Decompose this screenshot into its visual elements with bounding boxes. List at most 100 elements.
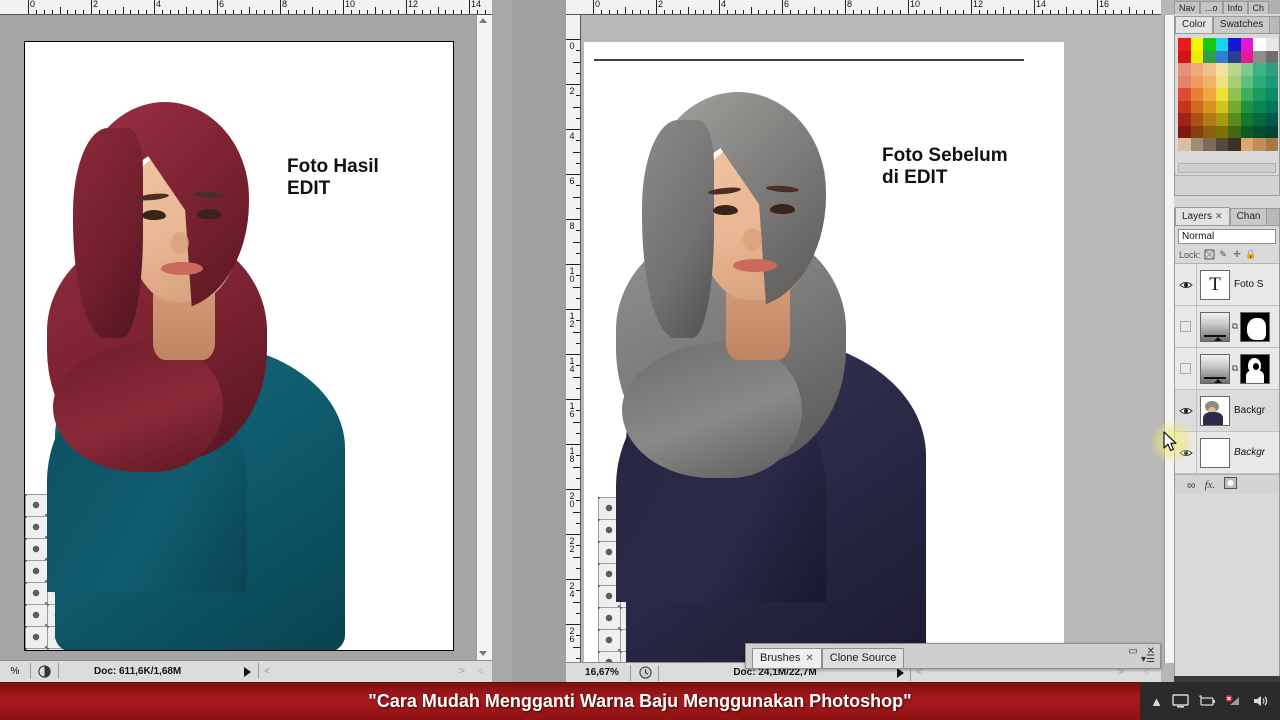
color-swatch[interactable] <box>1190 75 1203 88</box>
panel-menu-icon[interactable]: ▾☰ <box>1141 654 1155 665</box>
brush-panel-tab-brushes[interactable]: Brushes ✕ <box>752 648 822 668</box>
swatch-grid[interactable] <box>1178 38 1278 151</box>
dock-tab-info[interactable]: Info <box>1222 1 1248 14</box>
color-swatch[interactable] <box>1190 50 1203 63</box>
color-swatch[interactable] <box>1178 50 1191 63</box>
color-swatch[interactable] <box>1253 125 1266 138</box>
color-swatch[interactable] <box>1203 50 1216 63</box>
scroll-up-arrow-doc1[interactable] <box>479 18 487 23</box>
color-swatch[interactable] <box>1228 75 1241 88</box>
layer-visibility-toggle[interactable] <box>1175 348 1197 389</box>
color-swatch[interactable] <box>1215 138 1228 151</box>
color-swatch[interactable] <box>1215 38 1228 51</box>
document-window-edited[interactable]: 0 2 4 6 8 10 12 14 Foto Hasil EDIT % Doc… <box>0 0 512 682</box>
color-swatch[interactable] <box>1265 138 1278 151</box>
zoom-level-doc2[interactable]: 16,67% <box>574 663 630 682</box>
color-swatch[interactable] <box>1203 88 1216 101</box>
color-swatch[interactable] <box>1215 88 1228 101</box>
hscroll-left-doc1[interactable]: < <box>260 661 274 682</box>
color-swatch[interactable] <box>1228 125 1241 138</box>
brushes-panel-tabs[interactable]: Brushes ✕ Clone Source <box>746 644 1160 668</box>
color-swatch[interactable] <box>1253 113 1266 126</box>
color-swatch[interactable] <box>1265 125 1278 138</box>
brushes-floating-panel[interactable]: Brushes ✕ Clone Source ▭ ✕ ▾☰ <box>745 643 1161 669</box>
show-hidden-icons-arrow[interactable]: ▲ <box>1150 694 1163 709</box>
color-swatch[interactable] <box>1240 63 1253 76</box>
color-swatch[interactable] <box>1240 125 1253 138</box>
volume-icon[interactable] <box>1252 694 1270 708</box>
add-mask-icon[interactable] <box>1224 477 1238 492</box>
color-swatch[interactable] <box>1178 88 1191 101</box>
color-swatch[interactable] <box>1228 100 1241 113</box>
color-swatch[interactable] <box>1240 100 1253 113</box>
color-swatch[interactable] <box>1215 63 1228 76</box>
color-swatch[interactable] <box>1240 50 1253 63</box>
color-swatch[interactable] <box>1190 100 1203 113</box>
color-panel-tabs[interactable]: Color Swatches <box>1175 16 1279 34</box>
battery-icon[interactable] <box>1198 695 1216 707</box>
layer-row[interactable]: ⧉ <box>1175 348 1279 390</box>
eye-icon-off[interactable] <box>1180 321 1191 332</box>
color-swatch[interactable] <box>1203 63 1216 76</box>
color-swatch[interactable] <box>1190 88 1203 101</box>
color-panel-tab-swatches[interactable]: Swatches <box>1212 16 1271 33</box>
color-swatch[interactable] <box>1253 50 1266 63</box>
color-swatch[interactable] <box>1228 50 1241 63</box>
network-disconnected-icon[interactable] <box>1225 694 1243 708</box>
color-swatch[interactable] <box>1253 138 1266 151</box>
statusbar-menu-arrow-doc1[interactable] <box>236 661 258 682</box>
color-swatch[interactable] <box>1215 125 1228 138</box>
color-swatch[interactable] <box>1240 138 1253 151</box>
color-swatch[interactable] <box>1215 75 1228 88</box>
canvas-doc1[interactable]: Foto Hasil EDIT <box>0 15 492 660</box>
color-swatch[interactable] <box>1215 50 1228 63</box>
minimize-icon[interactable]: ▭ <box>1128 646 1137 657</box>
all-lock-icon[interactable]: 🔒 <box>1245 249 1256 260</box>
brush-panel-tab-clone-source[interactable]: Clone Source <box>821 648 905 668</box>
canvas-doc2[interactable]: Foto Sebelum di EDIT <box>581 15 1161 663</box>
color-swatch[interactable] <box>1265 50 1278 63</box>
layer-mask-thumbnail[interactable] <box>1240 353 1270 384</box>
dock-tab-navigator[interactable]: Nav <box>1174 1 1201 14</box>
color-swatch[interactable] <box>1265 88 1278 101</box>
color-swatch[interactable] <box>1265 63 1278 76</box>
color-swatch[interactable] <box>1228 38 1241 51</box>
color-swatch[interactable] <box>1265 38 1278 51</box>
color-swatch[interactable] <box>1253 75 1266 88</box>
layer-visibility-toggle[interactable] <box>1175 306 1197 347</box>
mask-link-icon[interactable]: ⧉ <box>1230 321 1240 332</box>
layers-panel-tabs[interactable]: Layers ✕ Chan <box>1175 207 1279 226</box>
color-swatch[interactable] <box>1253 38 1266 51</box>
color-swatch[interactable] <box>1203 100 1216 113</box>
system-tray[interactable]: ▲ <box>1140 682 1280 720</box>
layers-panel-tab-chan[interactable]: Chan <box>1229 208 1268 225</box>
scroll-down-arrow-doc1[interactable] <box>479 651 487 656</box>
eye-icon-off[interactable] <box>1180 363 1191 374</box>
color-swatch[interactable] <box>1203 138 1216 151</box>
eye-icon[interactable] <box>1178 280 1193 290</box>
color-swatch[interactable] <box>1240 88 1253 101</box>
color-swatch[interactable] <box>1228 88 1241 101</box>
color-swatch[interactable] <box>1178 125 1191 138</box>
swatch-scroll[interactable] <box>1178 163 1276 173</box>
color-swatch[interactable] <box>1228 138 1241 151</box>
zoom-level-doc1[interactable]: % <box>0 661 30 682</box>
resize-grip-doc1[interactable]: ⁖ <box>472 661 488 682</box>
color-swatch[interactable] <box>1253 88 1266 101</box>
color-swatch[interactable] <box>1240 75 1253 88</box>
color-swatch[interactable] <box>1178 75 1191 88</box>
color-swatch[interactable] <box>1203 75 1216 88</box>
layers-panel-tab-layers[interactable]: Layers ✕ <box>1175 207 1230 225</box>
color-swatch[interactable] <box>1253 100 1266 113</box>
move-lock-icon[interactable]: ✛ <box>1232 249 1243 260</box>
layer-row[interactable]: ⧉ <box>1175 306 1279 348</box>
doc-preview-icon-doc1[interactable] <box>31 661 57 682</box>
color-swatch[interactable] <box>1178 63 1191 76</box>
document-window-original[interactable]: 0246810121416 0246810121416182022242628 <box>566 0 1180 682</box>
color-swatch[interactable] <box>1265 75 1278 88</box>
color-swatch[interactable] <box>1265 113 1278 126</box>
color-swatch[interactable] <box>1190 138 1203 151</box>
color-swatch[interactable] <box>1203 125 1216 138</box>
blend-mode-select[interactable]: Normal <box>1178 228 1276 244</box>
color-swatch[interactable] <box>1215 113 1228 126</box>
